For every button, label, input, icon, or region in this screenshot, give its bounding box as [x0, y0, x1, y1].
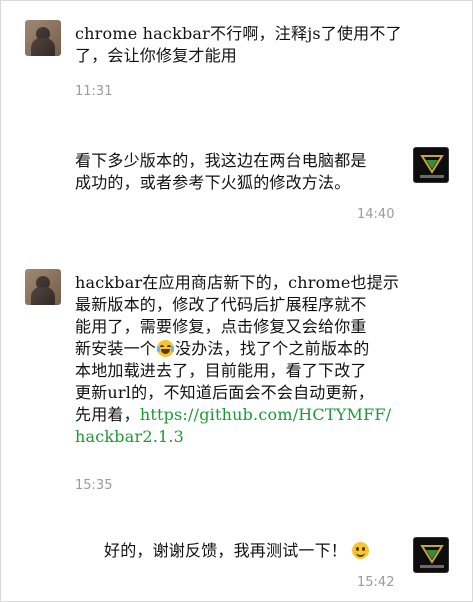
message-line: 成功的，或者参考下火狐的修改方法。: [75, 173, 351, 192]
smile-emoji: [352, 542, 370, 559]
message-line: chrome hackbar不行啊，注释js了使用不了: [75, 24, 402, 43]
message-text: chrome hackbar不行啊，注释js了使用不了 了，会让你修复才能用: [75, 23, 402, 67]
message-line: 好的，谢谢反馈，我再测试一下！: [104, 541, 348, 560]
message-line: 更新url的，不知道后面会不会自动更新，: [75, 383, 375, 402]
github-link-continued[interactable]: hackbar2.1.3: [75, 427, 184, 446]
message-line: 最新版本的，修改了代码后扩展程序就不: [75, 295, 367, 314]
message-timestamp: 11:31: [75, 84, 113, 99]
developer-logo-icon: [414, 538, 448, 572]
message-line: 了，会让你修复才能用: [75, 46, 238, 65]
message-text: 好的，谢谢反馈，我再测试一下！: [104, 540, 370, 562]
tears-of-joy-emoji: [157, 340, 175, 357]
developer-logo-icon: [414, 148, 448, 182]
message-timestamp: 15:42: [357, 575, 395, 590]
message-timestamp: 14:40: [357, 207, 395, 222]
github-link[interactable]: https://github.com/HCTYMFF/: [140, 405, 391, 424]
message-timestamp: 15:35: [75, 478, 113, 493]
message-text: 看下多少版本的，我这边在两台电脑都是 成功的，或者参考下火狐的修改方法。: [75, 150, 367, 194]
message-line: hackbar在应用商店新下的，chrome也提示: [75, 273, 400, 292]
message-line: 看下多少版本的，我这边在两台电脑都是: [75, 151, 367, 170]
message-line: 先用着，: [75, 405, 140, 424]
developer-avatar[interactable]: [413, 147, 449, 183]
developer-avatar[interactable]: [413, 537, 449, 573]
message-line: 能用了，需要修复，点击修复又会给你重: [75, 317, 367, 336]
message-line: 新安装一个: [75, 339, 157, 358]
user-avatar[interactable]: [25, 269, 61, 305]
message-text: hackbar在应用商店新下的，chrome也提示 最新版本的，修改了代码后扩展…: [75, 272, 399, 448]
user-avatar[interactable]: [25, 20, 61, 56]
message-line: 没办法，找了个之前版本的: [175, 339, 370, 358]
message-line: 本地加载进去了，目前能用，看了下改了: [75, 361, 367, 380]
